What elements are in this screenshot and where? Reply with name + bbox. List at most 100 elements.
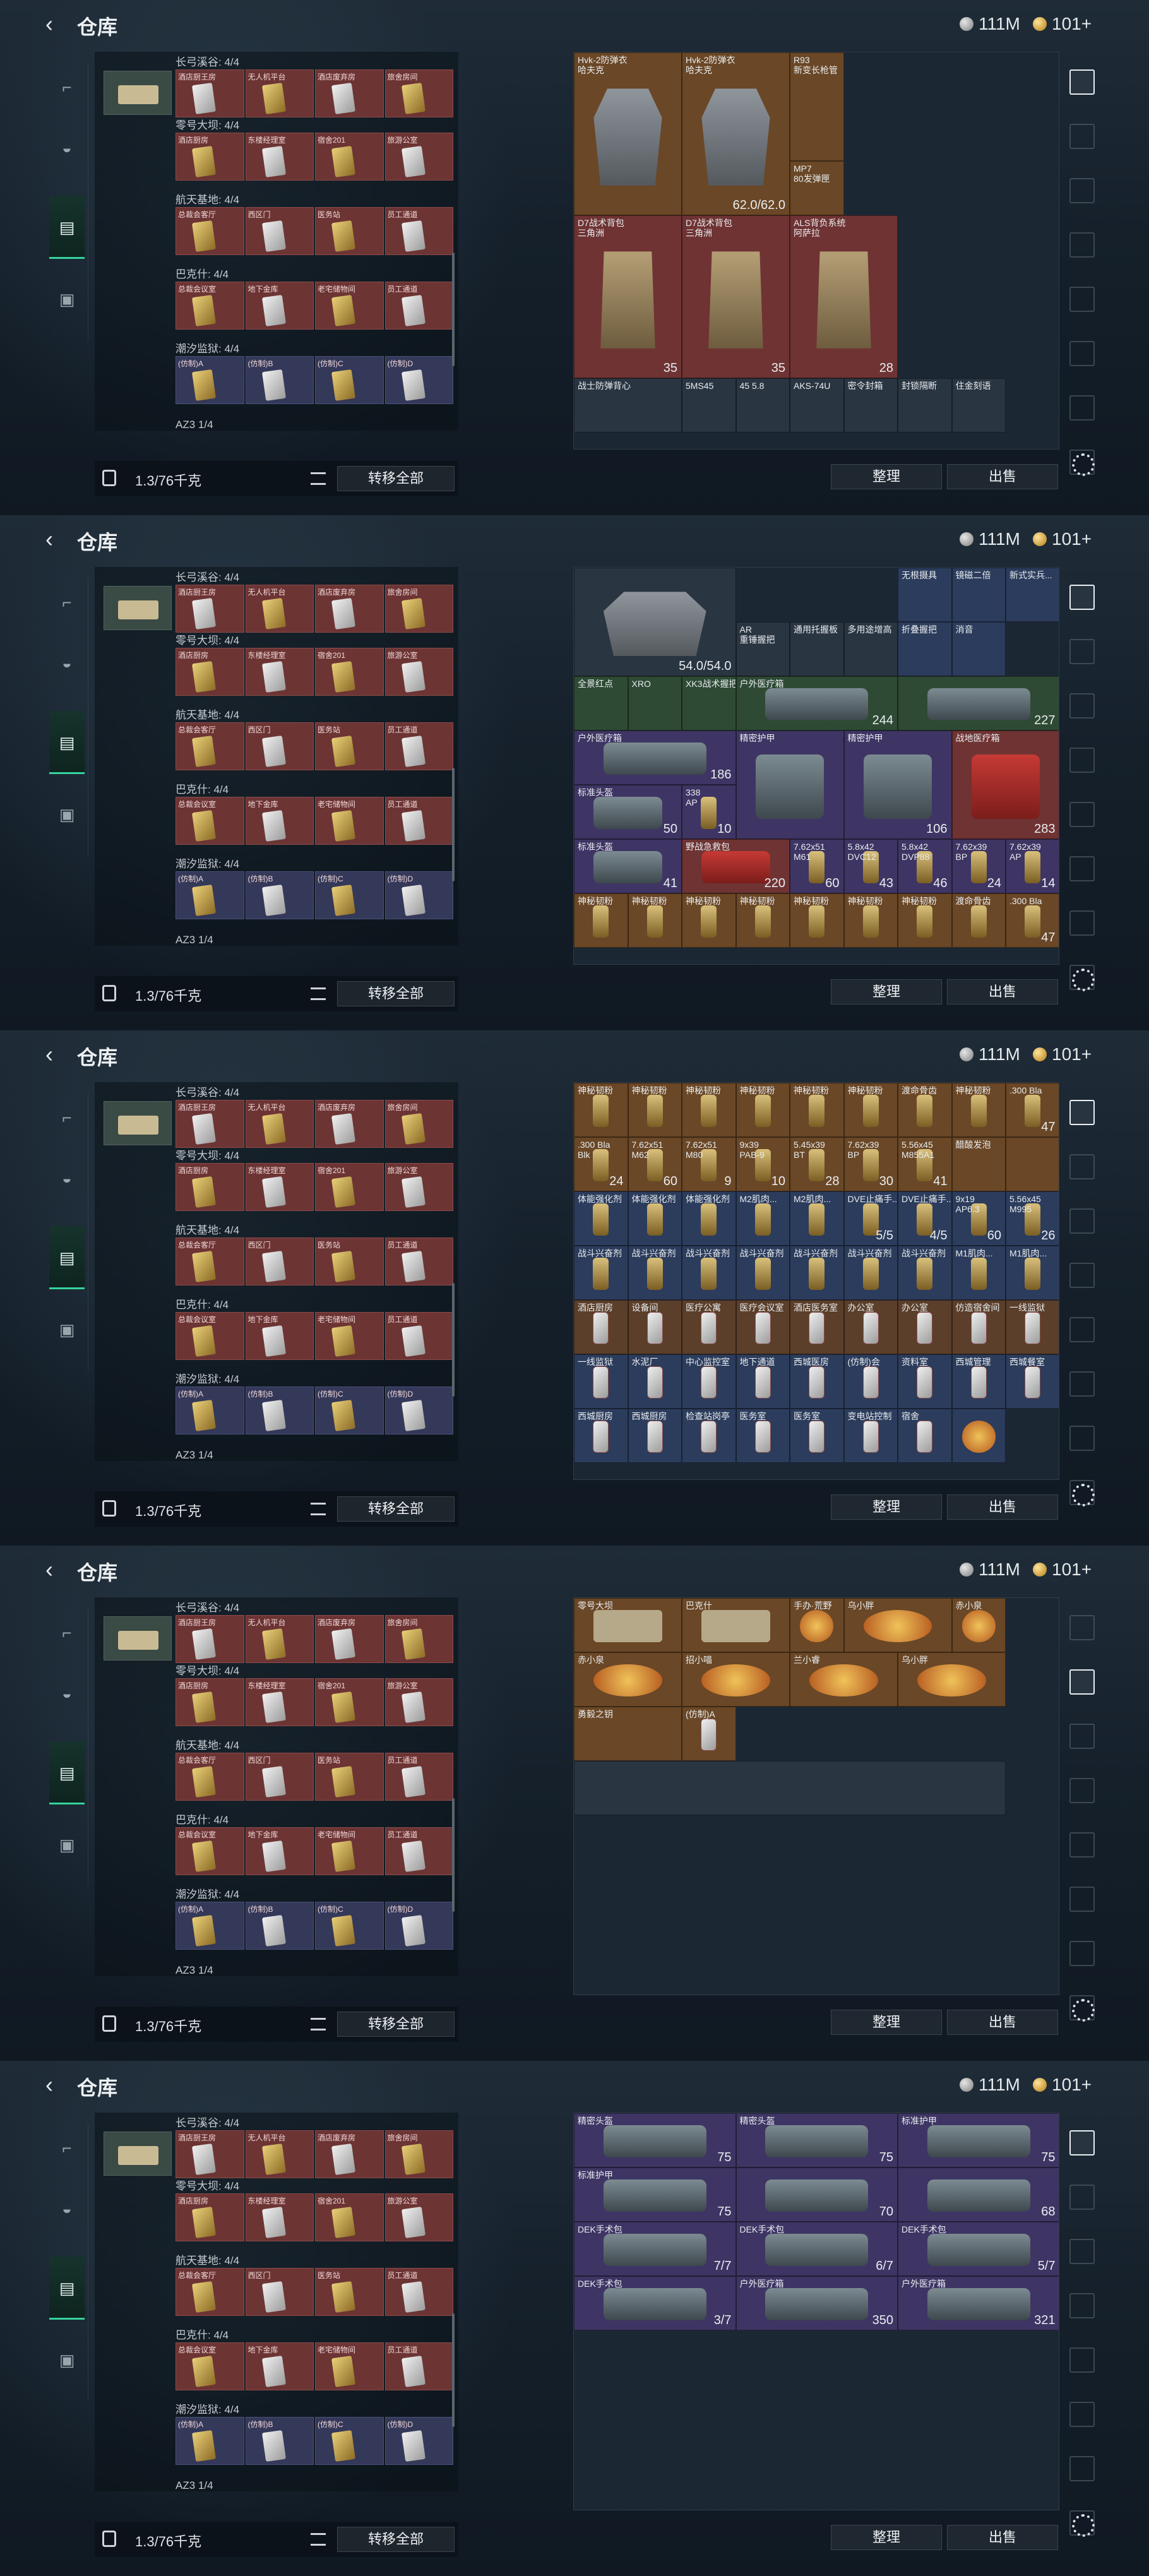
ammo-box-slot[interactable] xyxy=(104,586,172,630)
inventory-item[interactable]: 渡命骨齿 xyxy=(898,1083,952,1137)
inventory-item[interactable]: 5MS45 xyxy=(682,378,736,432)
inventory-item[interactable]: 战斗兴奋剂 xyxy=(682,1246,736,1300)
inventory-item[interactable]: 中心监控室 xyxy=(682,1354,736,1409)
keycard[interactable]: 旅游公室 xyxy=(384,648,453,696)
keycard[interactable]: 员工通道 xyxy=(384,282,453,330)
keycard[interactable]: 酒店厨王房 xyxy=(176,2130,244,2178)
inventory-item[interactable] xyxy=(1006,1137,1059,1191)
inventory-item[interactable]: 设备间 xyxy=(628,1300,682,1354)
inventory-item[interactable]: 神秘韧粉 xyxy=(790,893,844,948)
vest-icon[interactable]: ▤ xyxy=(49,2257,85,2320)
inventory-item[interactable]: 户外医疗箱 321 xyxy=(898,2276,1059,2330)
settings-gear-icon[interactable] xyxy=(1072,1999,1095,2022)
briefcase-icon[interactable]: ▣ xyxy=(52,284,82,314)
keycard[interactable]: 宿舍201 xyxy=(315,1163,384,1211)
keycard[interactable]: (仿制)B xyxy=(245,2417,314,2465)
transfer-all-button[interactable]: 转移全部 xyxy=(337,466,455,491)
storage-page-tab[interactable] xyxy=(1069,802,1095,827)
keycard[interactable]: (仿制)A xyxy=(176,356,244,404)
keycard[interactable]: (仿制)C xyxy=(315,1386,384,1434)
inventory-item[interactable]: 5.45x39 BT 28 xyxy=(790,1137,844,1191)
inventory-item[interactable]: 全景红点 xyxy=(574,676,628,730)
inventory-item[interactable]: 神秘韧粉 xyxy=(735,893,790,948)
inventory-item[interactable]: 神秘韧粉 xyxy=(843,893,898,948)
storage-page-tab[interactable] xyxy=(1069,693,1095,719)
inventory-item[interactable]: 检查站岗亭 xyxy=(682,1409,736,1463)
pistol-icon[interactable]: ⌐ xyxy=(52,72,82,102)
storage-page-tab[interactable] xyxy=(1069,178,1095,203)
inventory-item[interactable]: AR 重锤握把 xyxy=(735,622,790,676)
storage-page-tab[interactable] xyxy=(1069,856,1095,881)
keycard[interactable]: 总裁会客厅 xyxy=(176,207,244,255)
inventory-item[interactable]: 体能强化剂 xyxy=(628,1191,682,1246)
inventory-item[interactable]: 赤小泉 xyxy=(951,1598,1006,1652)
keycard[interactable]: 酒店厨房 xyxy=(176,133,244,181)
keycard[interactable]: 旅舍房间 xyxy=(384,585,453,633)
inventory-item[interactable]: 折叠握把 xyxy=(898,622,952,676)
inventory-item[interactable]: 多用途增高 xyxy=(843,622,898,676)
transfer-all-button[interactable]: 转移全部 xyxy=(337,981,455,1006)
storage-page-tab[interactable] xyxy=(1069,748,1095,773)
storage-page-tab[interactable] xyxy=(1069,639,1095,664)
inventory-item[interactable]: 神秘韧粉 xyxy=(843,1083,898,1137)
inventory-item[interactable]: DEK手术包 6/7 xyxy=(735,2222,898,2276)
sell-button[interactable]: 出售 xyxy=(947,979,1058,1005)
keycard[interactable]: 酒店厨王房 xyxy=(176,69,244,117)
briefcase-icon[interactable]: ▣ xyxy=(52,2345,82,2375)
back-arrow-icon[interactable]: ‹ xyxy=(45,527,71,552)
inventory-item[interactable]: XRO xyxy=(628,676,682,730)
keycard[interactable]: (仿制)A xyxy=(176,871,244,919)
inventory-item[interactable]: 5.8x42 DVC12 43 xyxy=(843,839,898,893)
transfer-all-button[interactable]: 转移全部 xyxy=(337,2012,455,2037)
keycard[interactable]: 员工通道 xyxy=(384,722,453,770)
inventory-item[interactable]: M2肌肉... xyxy=(790,1191,844,1246)
inventory-item[interactable]: 5.56x45 M855A1 41 xyxy=(898,1137,952,1191)
inventory-item[interactable]: 7.62x51 M80 9 xyxy=(682,1137,736,1191)
back-arrow-icon[interactable]: ‹ xyxy=(45,11,71,37)
inventory-item[interactable]: 西城餐室 xyxy=(1006,1354,1059,1409)
inventory-item[interactable]: 神秘韧粉 xyxy=(574,893,628,948)
inventory-item[interactable]: XK3战术握把 xyxy=(682,676,736,730)
keycard[interactable]: 员工通道 xyxy=(384,1827,453,1875)
inventory-item[interactable]: 战士防弹背心 xyxy=(574,378,682,432)
storage-page-tab[interactable] xyxy=(1069,341,1095,366)
settings-gear-icon[interactable] xyxy=(1072,2514,1095,2537)
lock-icon[interactable] xyxy=(102,1500,116,1517)
storage-page-tab[interactable] xyxy=(1069,1669,1095,1695)
briefcase-icon[interactable]: ▣ xyxy=(52,1315,82,1345)
inventory-item[interactable]: 体能强化剂 xyxy=(574,1191,628,1246)
inventory-item[interactable]: 西城医房 xyxy=(790,1354,844,1409)
keycard[interactable]: 酒店厨房 xyxy=(176,1163,244,1211)
vest-icon[interactable]: ▤ xyxy=(49,1741,85,1804)
sell-button[interactable]: 出售 xyxy=(947,2525,1058,2550)
storage-page-tab[interactable] xyxy=(1069,1615,1095,1640)
keycard[interactable]: 总裁会客厅 xyxy=(176,1237,244,1285)
inventory-item[interactable]: 5.56x45 M995 26 xyxy=(1006,1191,1059,1246)
inventory-item[interactable] xyxy=(574,1761,1006,1815)
keycard[interactable]: 医务站 xyxy=(315,2268,384,2316)
keycard[interactable]: 地下金库 xyxy=(245,797,314,845)
keycard[interactable]: 老宅储物间 xyxy=(315,2342,384,2390)
inventory-item[interactable]: 7.62x39 AP 14 xyxy=(1006,839,1059,893)
ammo-box-slot[interactable] xyxy=(104,71,172,115)
inventory-item[interactable]: 5.8x42 DVP88 46 xyxy=(898,839,952,893)
inventory-item[interactable]: 一线监狱 xyxy=(574,1354,628,1409)
inventory-item[interactable]: 住金刻语 xyxy=(951,378,1006,432)
keycard[interactable]: (仿制)A xyxy=(176,1386,244,1434)
inventory-item[interactable]: 通用托握板 xyxy=(790,622,844,676)
inventory-item[interactable]: 神秘韧粉 xyxy=(628,893,682,948)
keycard[interactable]: 酒店废弃房 xyxy=(315,69,384,117)
keycard[interactable]: 酒店厨房 xyxy=(176,648,244,696)
keycard[interactable]: 东楼经理室 xyxy=(245,1678,314,1726)
inventory-item[interactable]: Hvk-2防弹衣 哈夫克 xyxy=(574,52,682,215)
storage-page-tab[interactable] xyxy=(1069,232,1095,258)
keycard[interactable]: 酒店厨房 xyxy=(176,2193,244,2241)
storage-page-tab[interactable] xyxy=(1069,2239,1095,2264)
sell-button[interactable]: 出售 xyxy=(947,2010,1058,2035)
inventory-item[interactable]: 精密头盔 75 xyxy=(735,2113,898,2168)
storage-page-tab[interactable] xyxy=(1069,69,1095,95)
back-arrow-icon[interactable]: ‹ xyxy=(45,1557,71,1582)
keycard[interactable]: 无人机平台 xyxy=(245,69,314,117)
briefcase-icon[interactable]: ▣ xyxy=(52,799,82,830)
keycard[interactable]: 医务站 xyxy=(315,722,384,770)
